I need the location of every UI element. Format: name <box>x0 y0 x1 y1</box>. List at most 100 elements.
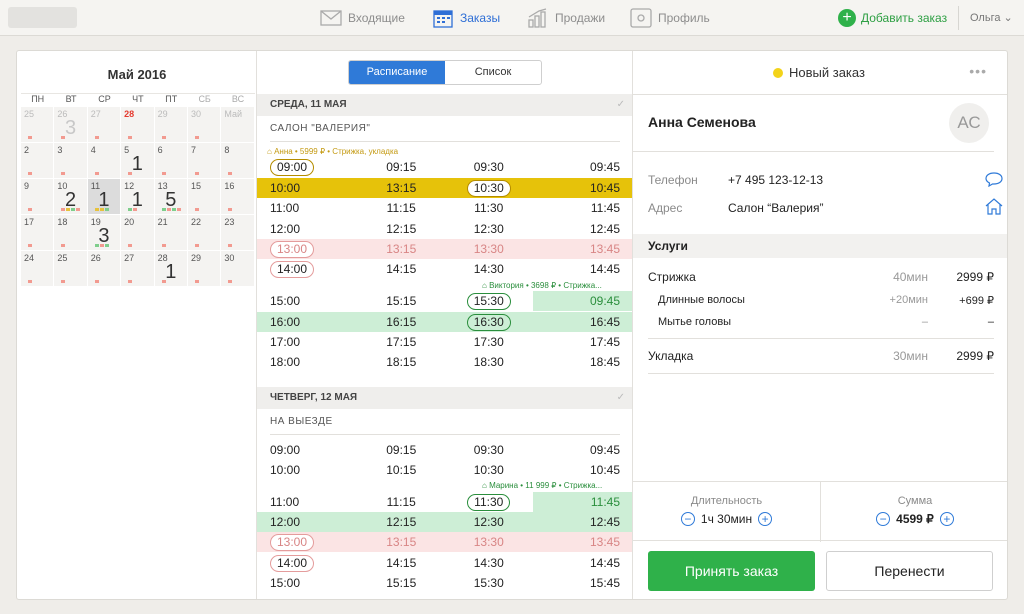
nav-profile[interactable]: Профиль <box>630 0 710 36</box>
minus-icon[interactable]: − <box>876 512 891 526</box>
calendar-day[interactable]: 28 1 <box>154 251 188 287</box>
time-slot[interactable]: 09:30 <box>445 157 533 177</box>
calendar-day[interactable]: 11 1 <box>87 179 122 215</box>
calendar-day[interactable]: 13 5 <box>154 179 188 215</box>
calendar-day[interactable]: 15 <box>187 179 222 215</box>
calendar-day[interactable]: 27 <box>87 107 122 143</box>
calendar-day[interactable]: 30 <box>221 251 255 287</box>
tab-list[interactable]: Список <box>445 61 541 84</box>
calendar-day[interactable]: 19 3 <box>87 215 122 251</box>
time-slot[interactable]: 10:15 <box>358 460 446 480</box>
time-slot[interactable]: 13:45 <box>533 532 633 552</box>
time-slot[interactable]: 10:45 <box>533 460 633 480</box>
calendar-day[interactable]: 3 <box>54 143 88 179</box>
calendar-day[interactable]: 27 <box>121 251 155 287</box>
time-slot[interactable]: 13:15 <box>358 239 446 259</box>
time-slot[interactable]: 15:30 <box>445 291 533 311</box>
time-slot[interactable]: 09:00 <box>257 440 358 460</box>
time-slot[interactable]: 15:00 <box>257 291 358 311</box>
time-slot[interactable]: 10:00 <box>257 178 358 198</box>
calendar-day[interactable]: 29 <box>154 107 188 143</box>
calendar-day[interactable]: 51 <box>121 143 155 179</box>
calendar-day[interactable]: 16 <box>221 179 255 215</box>
home-icon[interactable] <box>985 198 1003 215</box>
booking-info[interactable]: ⌂ Анна • 5999 ₽ • Стрижка, укладка <box>267 147 398 157</box>
minus-icon[interactable]: − <box>680 512 695 526</box>
time-slot[interactable]: 13:15 <box>358 532 446 552</box>
time-slot[interactable]: 15:00 <box>257 573 358 593</box>
calendar-day[interactable]: 4 <box>87 143 122 179</box>
calendar-day[interactable]: 28 <box>121 107 155 143</box>
time-slot[interactable]: 15:15 <box>358 573 446 593</box>
time-slot[interactable]: 14:45 <box>533 553 633 573</box>
time-slot[interactable]: 16:30 <box>445 312 533 332</box>
time-slot[interactable]: 13:45 <box>533 239 633 259</box>
time-slot[interactable]: 11:30 <box>445 198 533 218</box>
calendar-day[interactable]: 26 <box>87 251 122 287</box>
time-slot[interactable]: 10:45 <box>533 178 633 198</box>
calendar-day[interactable]: 25 <box>21 107 55 143</box>
time-slot[interactable]: 14:30 <box>445 553 533 573</box>
time-slot[interactable]: 12:45 <box>533 512 633 532</box>
time-slot[interactable]: 16:00 <box>257 312 358 332</box>
time-slot[interactable]: 09:00 <box>257 157 358 177</box>
nav-orders[interactable]: Заказы <box>432 0 500 36</box>
calendar-day[interactable]: Май <box>221 107 255 143</box>
time-slot[interactable]: 09:30 <box>445 440 533 460</box>
time-slot[interactable]: 17:00 <box>257 332 358 352</box>
time-slot[interactable]: 18:15 <box>358 352 446 372</box>
calendar-day[interactable]: 10 2 <box>54 179 88 215</box>
time-slot[interactable]: 17:15 <box>358 332 446 352</box>
calendar-day[interactable]: 17 <box>21 215 55 251</box>
chat-icon[interactable] <box>985 171 1003 187</box>
calendar-day[interactable]: 9 <box>21 179 55 215</box>
time-slot[interactable]: 17:45 <box>533 332 633 352</box>
reschedule-button[interactable]: Перенести <box>826 551 993 591</box>
plus-icon[interactable]: + <box>939 512 954 526</box>
time-slot[interactable]: 14:30 <box>445 259 533 279</box>
time-slot[interactable]: 09:45 <box>533 157 633 177</box>
time-slot[interactable]: 10:30 <box>445 178 533 198</box>
time-slot[interactable]: 09:45 <box>532 291 632 311</box>
time-slot[interactable]: 14:15 <box>358 553 446 573</box>
calendar-day[interactable]: 30 <box>187 107 222 143</box>
time-slot[interactable]: 12:00 <box>257 512 358 532</box>
time-slot[interactable]: 14:00 <box>257 259 358 279</box>
calendar-day[interactable]: 2 <box>21 143 55 179</box>
time-slot[interactable]: 13:00 <box>257 532 358 552</box>
time-slot[interactable]: 15:45 <box>533 573 633 593</box>
nav-inbox[interactable]: Входящие <box>320 0 405 36</box>
avatar[interactable]: АС <box>949 103 989 143</box>
time-slot[interactable]: 12:15 <box>358 219 446 239</box>
time-slot[interactable]: 17:30 <box>445 332 533 352</box>
time-slot[interactable]: 10:30 <box>445 460 533 480</box>
time-slot[interactable]: 12:00 <box>257 219 358 239</box>
time-slot[interactable]: 18:00 <box>257 352 358 372</box>
calendar-day[interactable]: 6 <box>154 143 188 179</box>
time-slot[interactable]: 11:45 <box>533 198 633 218</box>
time-slot[interactable]: 12:30 <box>445 219 533 239</box>
time-slot[interactable]: 18:45 <box>533 352 633 372</box>
time-slot[interactable]: 18:30 <box>445 352 533 372</box>
add-order-button[interactable]: + Добавить заказ <box>838 8 947 28</box>
time-slot[interactable]: 11:15 <box>358 492 446 512</box>
calendar-day[interactable]: 29 <box>187 251 222 287</box>
time-slot[interactable]: 11:00 <box>257 492 358 512</box>
user-menu[interactable]: Ольга ⌄ <box>970 11 1013 24</box>
calendar-day[interactable]: 12 1 <box>121 179 155 215</box>
calendar-day[interactable]: 25 <box>54 251 88 287</box>
time-slot[interactable]: 14:45 <box>533 259 633 279</box>
time-slot[interactable]: 12:45 <box>533 219 633 239</box>
time-slot[interactable]: 14:15 <box>358 259 446 279</box>
tab-schedule[interactable]: Расписание <box>349 61 445 84</box>
time-slot[interactable]: 11:45 <box>532 492 632 512</box>
time-slot[interactable]: 13:15 <box>358 178 446 198</box>
time-slot[interactable]: 14:00 <box>257 553 358 573</box>
calendar-day[interactable]: 22 <box>187 215 222 251</box>
booking-info[interactable]: ⌂ Виктория • 3698 ₽ • Стрижка... <box>482 281 602 291</box>
time-slot[interactable]: 15:30 <box>445 573 533 593</box>
time-slot[interactable]: 12:15 <box>358 512 446 532</box>
time-slot[interactable]: 11:15 <box>358 198 446 218</box>
calendar-day[interactable]: 23 <box>221 215 255 251</box>
calendar-day[interactable]: 8 <box>221 143 255 179</box>
